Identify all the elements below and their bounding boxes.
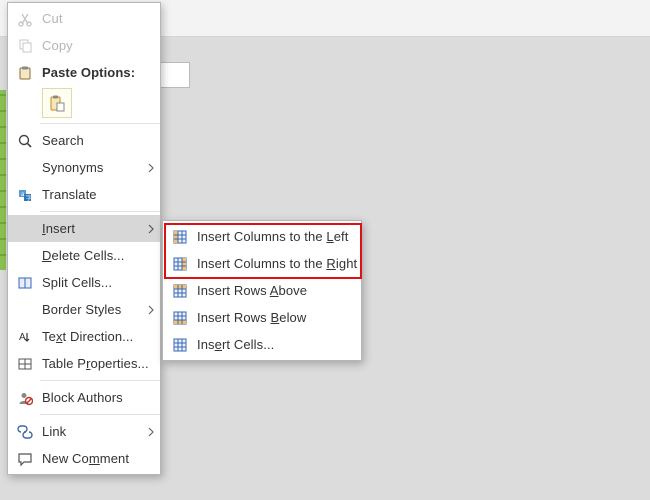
insert-rows-above-icon (171, 282, 189, 300)
svg-text:A: A (19, 332, 26, 343)
separator (40, 380, 160, 381)
menu-label: Link (42, 424, 144, 439)
menu-label: Translate (42, 187, 154, 202)
paste-icon (16, 64, 34, 82)
submenu-insert-cols-left[interactable]: Insert Columns to the Left (163, 223, 361, 250)
separator (40, 211, 160, 212)
comment-icon (16, 450, 34, 468)
menu-label: Insert Cells... (197, 337, 355, 352)
document-fragment (159, 62, 190, 88)
menu-label: Synonyms (42, 160, 144, 175)
svg-text:字: 字 (26, 194, 32, 202)
submenu-insert-rows-below[interactable]: Insert Rows Below (163, 304, 361, 331)
menu-delete-cells[interactable]: Delete Cells... (8, 242, 160, 269)
menu-copy[interactable]: Copy (8, 32, 160, 59)
chevron-right-icon (144, 305, 154, 315)
submenu-insert-rows-above[interactable]: Insert Rows Above (163, 277, 361, 304)
menu-label: Delete Cells... (42, 248, 154, 263)
menu-paste-options: Paste Options: (8, 59, 160, 86)
menu-label: Paste Options: (42, 65, 154, 80)
table-properties-icon (16, 355, 34, 373)
link-icon (16, 423, 34, 441)
insert-cols-left-icon (171, 228, 189, 246)
separator (40, 123, 160, 124)
menu-insert[interactable]: Insert (8, 215, 160, 242)
text-direction-icon: A (16, 328, 34, 346)
copy-icon (16, 37, 34, 55)
context-menu: Cut Copy Paste Options: Search Synonyms … (7, 2, 161, 475)
translate-icon: a字 (16, 186, 34, 204)
paste-clipboard-icon[interactable] (42, 88, 72, 118)
cut-icon (16, 10, 34, 28)
paste-option-row (8, 86, 160, 120)
menu-translate[interactable]: a字 Translate (8, 181, 160, 208)
insert-cols-right-icon (171, 255, 189, 273)
menu-block-authors[interactable]: Block Authors (8, 384, 160, 411)
menu-label: New Comment (42, 451, 154, 466)
menu-label: Border Styles (42, 302, 144, 317)
search-icon (16, 132, 34, 150)
chevron-right-icon (144, 224, 154, 234)
menu-table-properties[interactable]: Table Properties... (8, 350, 160, 377)
insert-submenu: Insert Columns to the Left Insert Column… (162, 220, 362, 361)
menu-label: Split Cells... (42, 275, 154, 290)
menu-label: Insert Columns to the Left (197, 229, 355, 244)
spacer-icon (16, 247, 34, 265)
menu-label: Copy (42, 38, 154, 53)
block-authors-icon (16, 389, 34, 407)
menu-cut[interactable]: Cut (8, 5, 160, 32)
menu-split-cells[interactable]: Split Cells... (8, 269, 160, 296)
menu-label: Block Authors (42, 390, 154, 405)
menu-label: Search (42, 133, 154, 148)
spacer-icon (16, 159, 34, 177)
menu-label: Insert Columns to the Right (197, 256, 357, 271)
insert-cells-icon (171, 336, 189, 354)
menu-search[interactable]: Search (8, 127, 160, 154)
menu-label: Text Direction... (42, 329, 154, 344)
submenu-insert-cols-right[interactable]: Insert Columns to the Right (163, 250, 361, 277)
split-cells-icon (16, 274, 34, 292)
chevron-right-icon (144, 427, 154, 437)
submenu-insert-cells[interactable]: Insert Cells... (163, 331, 361, 358)
menu-new-comment[interactable]: New Comment (8, 445, 160, 472)
chevron-right-icon (144, 163, 154, 173)
menu-label: Insert Rows Below (197, 310, 355, 325)
menu-synonyms[interactable]: Synonyms (8, 154, 160, 181)
menu-text-direction[interactable]: A Text Direction... (8, 323, 160, 350)
menu-label: Table Properties... (42, 356, 154, 371)
menu-link[interactable]: Link (8, 418, 160, 445)
menu-label: Insert Rows Above (197, 283, 355, 298)
menu-border-styles[interactable]: Border Styles (8, 296, 160, 323)
spacer-icon (16, 301, 34, 319)
spacer-icon (16, 220, 34, 238)
menu-label: Cut (42, 11, 154, 26)
table-selection-strip (0, 90, 6, 270)
menu-label: Insert (42, 221, 144, 236)
separator (40, 414, 160, 415)
insert-rows-below-icon (171, 309, 189, 327)
